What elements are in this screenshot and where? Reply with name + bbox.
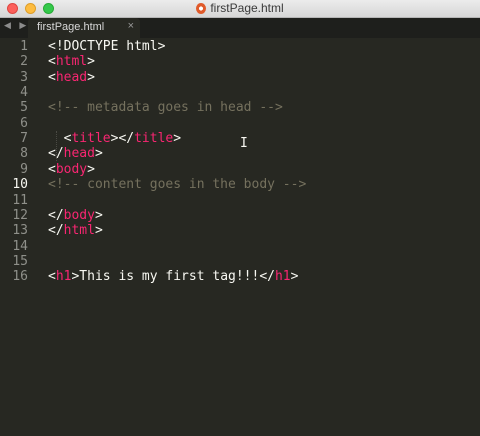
code-punct: > xyxy=(94,223,103,239)
code-text: <!-- content goes in the body --> xyxy=(48,177,306,192)
code-punct: > xyxy=(173,131,182,147)
line-number: 4 xyxy=(20,85,28,101)
window-title: firstPage.html xyxy=(0,1,480,15)
code-line[interactable]: 4 xyxy=(0,85,480,100)
line-number: 3 xyxy=(20,69,28,85)
code-line[interactable]: 12 </body> xyxy=(0,208,480,223)
tag-name: head xyxy=(55,69,88,85)
line-number: 10 xyxy=(12,177,28,193)
code-punct: < xyxy=(48,269,56,285)
code-punct: > xyxy=(290,269,299,285)
tag-name: title xyxy=(134,131,174,147)
code-text: <!-- metadata goes in head --> xyxy=(48,100,283,115)
code-line[interactable]: 11 xyxy=(0,193,480,208)
code-punct: < xyxy=(48,161,56,177)
code-line[interactable]: 1 <!DOCTYPE html> xyxy=(0,39,480,54)
line-number: 14 xyxy=(12,238,28,254)
line-number: 13 xyxy=(12,223,28,239)
code-line[interactable]: 16 <h1>This is my first tag!!!</h1> xyxy=(0,269,480,284)
tag-name: title xyxy=(71,131,111,147)
title-bar: firstPage.html xyxy=(0,0,480,18)
line-number: 2 xyxy=(20,54,28,70)
line-number: 9 xyxy=(20,161,28,177)
code-text: </head> xyxy=(48,146,103,161)
code-punct: > xyxy=(87,69,95,85)
line-number: 6 xyxy=(20,115,28,131)
tab-firstpage[interactable]: firstPage.html × xyxy=(28,18,140,38)
comment: <!-- metadata goes in head --> xyxy=(48,100,283,116)
line-number: 11 xyxy=(12,192,28,208)
code-line[interactable]: 10 <!-- content goes in the body --> xyxy=(0,177,480,192)
tag-name: h1 xyxy=(55,269,72,285)
comment: <!-- content goes in the body --> xyxy=(48,177,307,193)
code-punct: > xyxy=(87,161,95,177)
code-text: </body> xyxy=(48,208,103,223)
code-line[interactable]: 13 </html> xyxy=(0,223,480,238)
code-line[interactable]: 6 xyxy=(0,116,480,131)
line-number: 8 xyxy=(20,146,28,162)
line-number: 15 xyxy=(12,253,28,269)
code-punct: </ xyxy=(48,223,64,239)
code-punct: ></ xyxy=(110,131,135,147)
tag-name: h1 xyxy=(274,269,291,285)
code-punct: < xyxy=(48,69,56,85)
code-text: <h1>This is my first tag!!!</h1> xyxy=(48,269,298,284)
code-editor[interactable]: 1 <!DOCTYPE html> 2 <html> 3 <head> 4 5 <!-- met… xyxy=(0,38,480,436)
tab-label: firstPage.html xyxy=(37,21,105,33)
code-punct: < xyxy=(48,54,56,70)
code-line[interactable]: 14 xyxy=(0,239,480,254)
window-title-text: firstPage.html xyxy=(210,1,284,15)
code-line[interactable]: 3 <head> xyxy=(0,70,480,85)
code-text: <title></title> xyxy=(48,131,181,146)
tag-name: body xyxy=(55,161,88,177)
line-number: 1 xyxy=(20,39,28,54)
tag-name: html xyxy=(55,54,88,70)
tab-bar: ◀ ▶ firstPage.html × xyxy=(0,18,480,38)
code-line[interactable]: 5 <!-- metadata goes in head --> xyxy=(0,100,480,115)
html-file-icon xyxy=(196,2,207,14)
line-number: 16 xyxy=(12,269,28,285)
tab-nav-arrows-icon[interactable]: ◀ ▶ xyxy=(4,20,29,31)
code-punct: > xyxy=(94,146,103,162)
tag-name: head xyxy=(63,146,95,162)
line-number: 5 xyxy=(20,100,28,116)
code-text: <head> xyxy=(48,70,95,85)
code-text: <html> xyxy=(48,54,95,69)
code-line[interactable]: 9 <body> xyxy=(0,162,480,177)
code-punct: < xyxy=(48,131,72,147)
line-number: 12 xyxy=(12,207,28,223)
code-punct: >This is my first tag!!!</ xyxy=(71,269,275,285)
tag-name: html xyxy=(63,223,95,239)
code-punct: > xyxy=(94,207,103,223)
code-line[interactable]: 15 xyxy=(0,254,480,269)
code-punct: </ xyxy=(48,146,64,162)
code-punct: > xyxy=(87,54,95,70)
code-text: <body> xyxy=(48,162,95,177)
tab-close-icon[interactable]: × xyxy=(128,20,134,32)
code-line[interactable]: 2 <html> xyxy=(0,54,480,69)
code-text: <!DOCTYPE html> xyxy=(48,39,165,54)
tag-name: body xyxy=(63,207,95,223)
code-text: </html> xyxy=(48,223,103,238)
line-number: 7 xyxy=(20,131,28,147)
code-punct: </ xyxy=(48,207,64,223)
text-cursor-icon: I xyxy=(240,136,248,151)
code-punct: <!DOCTYPE html> xyxy=(48,39,166,54)
